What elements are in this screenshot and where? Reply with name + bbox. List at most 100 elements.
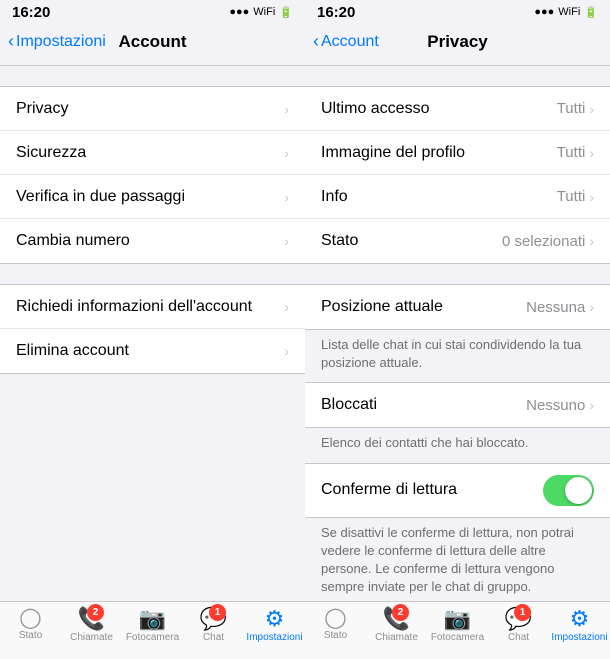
left-back-label: Impostazioni bbox=[16, 33, 106, 51]
bloccati-chevron-icon: › bbox=[589, 397, 594, 413]
cambia-chevron-icon: › bbox=[284, 233, 289, 249]
verifica-chevron-icon: › bbox=[284, 189, 289, 205]
stato-item[interactable]: Stato 0 selezionati › bbox=[305, 219, 610, 263]
chiamate-badge-right: 2 bbox=[392, 604, 409, 621]
left-section-1: Privacy › Sicurezza › Verifica in due pa… bbox=[0, 86, 305, 264]
ultimo-accesso-item[interactable]: Ultimo accesso Tutti › bbox=[305, 87, 610, 131]
stato-value: 0 selezionati bbox=[502, 233, 585, 250]
richiedi-item[interactable]: Richiedi informazioni dell'account › bbox=[0, 285, 305, 329]
left-section-2: Richiedi informazioni dell'account › Eli… bbox=[0, 284, 305, 374]
right-wifi-icon: WiFi bbox=[558, 6, 580, 18]
bloccati-label: Bloccati bbox=[321, 396, 526, 414]
tab-chat-right[interactable]: 1 💬 Chat bbox=[488, 608, 549, 643]
tab-impostazioni-left[interactable]: ⚙ Impostazioni bbox=[244, 608, 305, 643]
info-value: Tutti bbox=[557, 188, 586, 205]
cambia-item[interactable]: Cambia numero › bbox=[0, 219, 305, 263]
left-screen: 16:20 ●●● WiFi 🔋 ‹ Impostazioni Account … bbox=[0, 0, 305, 601]
left-status-bar: 16:20 ●●● WiFi 🔋 bbox=[0, 0, 305, 22]
sicurezza-right: › bbox=[284, 145, 289, 161]
posizione-group: Posizione attuale Nessuna › bbox=[305, 284, 610, 330]
fotocamera-icon-left: 📷 bbox=[139, 608, 166, 630]
info-item[interactable]: Info Tutti › bbox=[305, 175, 610, 219]
left-time: 16:20 bbox=[12, 4, 50, 21]
right-scroll-area: Ultimo accesso Tutti › Immagine del prof… bbox=[305, 66, 610, 601]
right-tab-bar: ◯ Stato 2 📞 Chiamate 📷 Fotocamera 1 💬 Ch… bbox=[305, 608, 610, 643]
right-status-icons: ●●● WiFi 🔋 bbox=[534, 6, 598, 19]
conferme-description: Se disattivi le conferme di lettura, non… bbox=[305, 518, 610, 601]
right-screen: 16:20 ●●● WiFi 🔋 ‹ Account Privacy Ultim… bbox=[305, 0, 610, 601]
richiedi-right: › bbox=[284, 299, 289, 315]
conferme-label: Conferme di lettura bbox=[321, 481, 543, 499]
stato-right: 0 selezionati › bbox=[502, 233, 594, 250]
posizione-label: Posizione attuale bbox=[321, 298, 526, 316]
tab-fotocamera-left[interactable]: 📷 Fotocamera bbox=[122, 608, 183, 643]
tab-impostazioni-right[interactable]: ⚙ Impostazioni bbox=[549, 608, 610, 643]
tab-stato-left[interactable]: ◯ Stato bbox=[0, 608, 61, 643]
privacy-item[interactable]: Privacy › bbox=[0, 87, 305, 131]
richiedi-chevron-icon: › bbox=[284, 299, 289, 315]
left-back-chevron-icon: ‹ bbox=[8, 32, 14, 50]
privacy-right: › bbox=[284, 101, 289, 117]
tab-stato-label-right: Stato bbox=[324, 630, 347, 641]
left-nav-bar: ‹ Impostazioni Account bbox=[0, 22, 305, 66]
bloccati-right: Nessuno › bbox=[526, 397, 594, 414]
sicurezza-label: Sicurezza bbox=[16, 144, 284, 162]
tab-fotocamera-right[interactable]: 📷 Fotocamera bbox=[427, 608, 488, 643]
tab-impostazioni-label-right: Impostazioni bbox=[551, 632, 607, 643]
bloccati-item[interactable]: Bloccati Nessuno › bbox=[305, 383, 610, 427]
tab-chat-left[interactable]: 1 💬 Chat bbox=[183, 608, 244, 643]
chiamate-badge-left: 2 bbox=[87, 604, 104, 621]
chat-badge-left: 1 bbox=[209, 604, 226, 621]
left-back-button[interactable]: ‹ Impostazioni bbox=[8, 33, 106, 51]
stato-icon-left: ◯ bbox=[19, 608, 41, 628]
stato-label: Stato bbox=[321, 232, 502, 250]
tab-chat-label-left: Chat bbox=[203, 632, 224, 643]
immagine-label: Immagine del profilo bbox=[321, 144, 557, 162]
right-battery-icon: 🔋 bbox=[584, 6, 598, 19]
sicurezza-chevron-icon: › bbox=[284, 145, 289, 161]
ultimo-accesso-right: Tutti › bbox=[557, 100, 594, 117]
right-nav-title: Privacy bbox=[427, 32, 488, 52]
toggle-knob bbox=[565, 477, 592, 504]
posizione-item[interactable]: Posizione attuale Nessuna › bbox=[305, 285, 610, 329]
info-right: Tutti › bbox=[557, 188, 594, 205]
posizione-chevron-icon: › bbox=[589, 299, 594, 315]
richiedi-label: Richiedi informazioni dell'account bbox=[16, 298, 284, 316]
immagine-chevron-icon: › bbox=[589, 145, 594, 161]
info-label: Info bbox=[321, 188, 557, 206]
posizione-description: Lista delle chat in cui stai condividend… bbox=[305, 330, 610, 382]
immagine-right: Tutti › bbox=[557, 144, 594, 161]
immagine-item[interactable]: Immagine del profilo Tutti › bbox=[305, 131, 610, 175]
ultimo-accesso-value: Tutti bbox=[557, 100, 586, 117]
elimina-label: Elimina account bbox=[16, 342, 284, 360]
posizione-right: Nessuna › bbox=[526, 299, 594, 316]
right-status-bar: 16:20 ●●● WiFi 🔋 bbox=[305, 0, 610, 22]
elimina-right: › bbox=[284, 343, 289, 359]
info-chevron-icon: › bbox=[589, 189, 594, 205]
stato-icon-right: ◯ bbox=[324, 608, 346, 628]
conferme-toggle[interactable] bbox=[543, 475, 594, 506]
sicurezza-item[interactable]: Sicurezza › bbox=[0, 131, 305, 175]
left-status-icons: ●●● WiFi 🔋 bbox=[229, 6, 293, 19]
impostazioni-icon-right: ⚙ bbox=[570, 608, 590, 630]
verifica-label: Verifica in due passaggi bbox=[16, 188, 284, 206]
tab-chat-label-right: Chat bbox=[508, 632, 529, 643]
tab-bar: ◯ Stato 2 📞 Chiamate 📷 Fotocamera 1 💬 Ch… bbox=[0, 601, 610, 659]
posizione-value: Nessuna bbox=[526, 299, 585, 316]
right-nav-bar: ‹ Account Privacy bbox=[305, 22, 610, 66]
verifica-item[interactable]: Verifica in due passaggi › bbox=[0, 175, 305, 219]
bloccati-group: Bloccati Nessuno › bbox=[305, 382, 610, 428]
tab-chiamate-left[interactable]: 2 📞 Chiamate bbox=[61, 608, 122, 643]
conferme-group: Conferme di lettura bbox=[305, 463, 610, 518]
tab-stato-right[interactable]: ◯ Stato bbox=[305, 608, 366, 643]
right-signal-icon: ●●● bbox=[534, 6, 554, 18]
tab-chiamate-label-left: Chiamate bbox=[70, 632, 113, 643]
elimina-item[interactable]: Elimina account › bbox=[0, 329, 305, 373]
left-tab-bar: ◯ Stato 2 📞 Chiamate 📷 Fotocamera 1 💬 Ch… bbox=[0, 608, 305, 643]
signal-icon: ●●● bbox=[229, 6, 249, 18]
tab-chiamate-label-right: Chiamate bbox=[375, 632, 418, 643]
tab-chiamate-right[interactable]: 2 📞 Chiamate bbox=[366, 608, 427, 643]
wifi-icon: WiFi bbox=[253, 6, 275, 18]
right-back-button[interactable]: ‹ Account bbox=[313, 33, 379, 51]
right-back-label: Account bbox=[321, 33, 379, 51]
